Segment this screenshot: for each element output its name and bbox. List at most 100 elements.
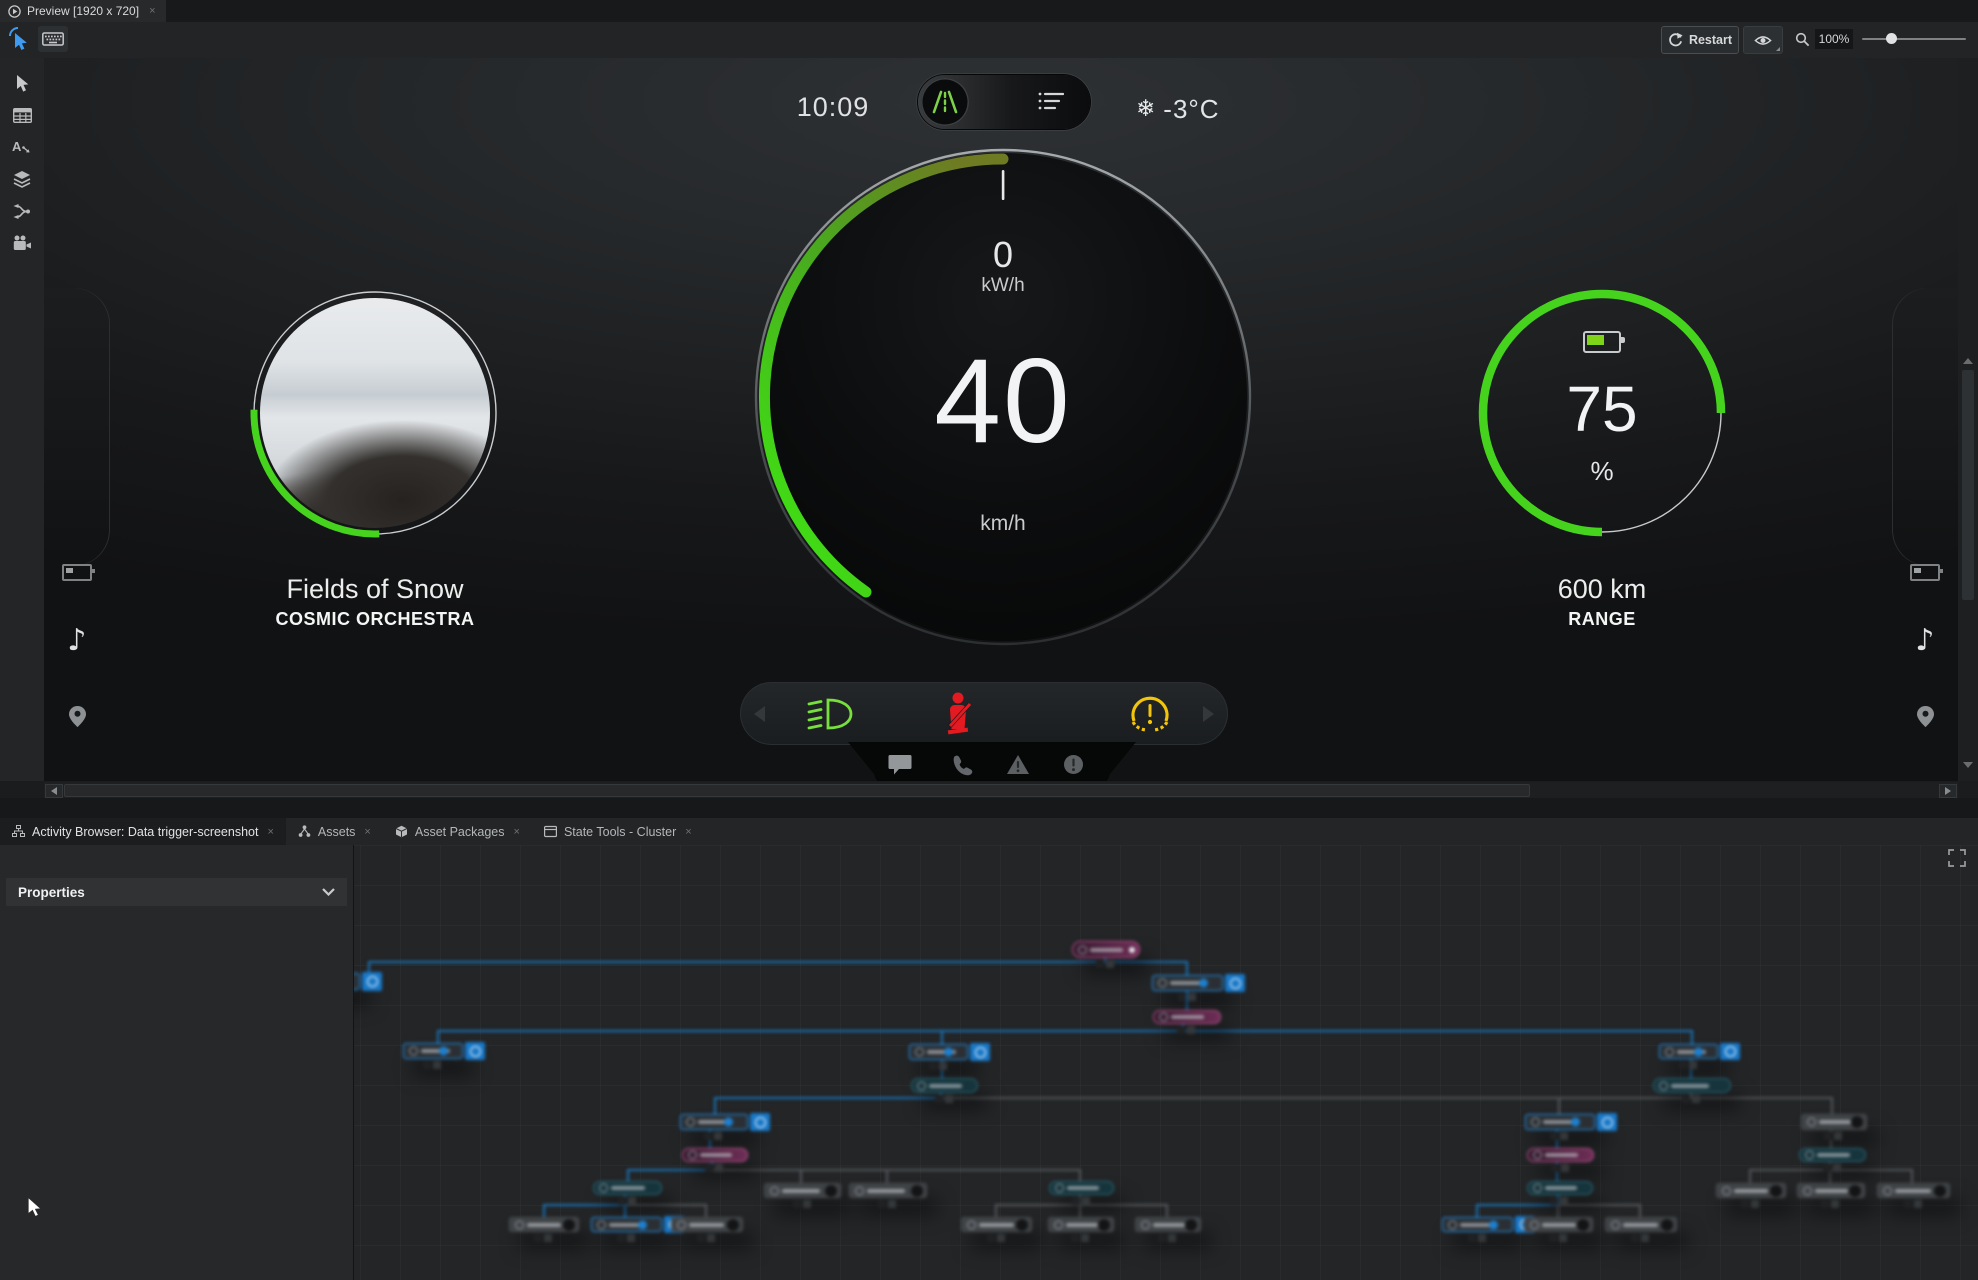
graph-node[interactable] — [1877, 1183, 1950, 1198]
horizontal-scrollbar-thumb[interactable] — [64, 784, 1530, 797]
tab-label: State Tools - Cluster — [563, 824, 677, 839]
close-icon[interactable]: × — [514, 826, 520, 838]
graph-node[interactable] — [593, 1181, 662, 1195]
preview-window-tab[interactable]: Preview [1920 x 720] × — [0, 0, 166, 22]
music-tab-icon[interactable]: ♪ — [1892, 626, 1958, 656]
graph-node[interactable] — [1605, 1217, 1677, 1232]
graph-node[interactable] — [682, 1148, 748, 1162]
message-icon[interactable] — [888, 754, 912, 776]
scroll-left-arrow[interactable] — [45, 784, 63, 798]
layers-tool-button[interactable] — [8, 166, 36, 192]
node-icon — [915, 1047, 924, 1057]
range-label: RANGE — [1568, 609, 1636, 629]
node-icon — [1665, 1047, 1674, 1056]
node-port-connector — [697, 1234, 715, 1242]
graph-node[interactable] — [1524, 1217, 1593, 1232]
graph-node[interactable] — [849, 1183, 927, 1198]
graph-node[interactable] — [1152, 974, 1245, 992]
application-window: Preview [1920 x 720] × Restart 100% A 10… — [0, 0, 1978, 1280]
graph-node[interactable] — [1801, 1114, 1867, 1130]
tab-state-tools[interactable]: State Tools - Cluster × — [532, 818, 704, 845]
chevron-left-icon[interactable] — [754, 706, 765, 722]
vertical-scrollbar[interactable] — [1958, 58, 1978, 781]
text-tool-button[interactable]: A — [8, 134, 36, 160]
graph-node[interactable] — [764, 1183, 841, 1198]
camera-tool-button[interactable] — [8, 230, 36, 256]
tab-assets[interactable]: Assets × — [286, 818, 383, 845]
node-port-connector — [928, 1062, 947, 1070]
right-edge-widget-rail: ♪ — [1892, 288, 1958, 727]
graph-edge — [714, 1097, 943, 1099]
graph-node[interactable] — [1135, 1217, 1201, 1232]
zoom-slider-track[interactable] — [1862, 38, 1966, 40]
scroll-down-arrow[interactable] — [1963, 762, 1973, 768]
node-icon — [1159, 1012, 1168, 1022]
graph-node[interactable] — [1797, 1183, 1865, 1198]
table-tool-button[interactable] — [8, 102, 36, 128]
keyboard-tool-button[interactable] — [38, 26, 68, 52]
fit-view-icon[interactable] — [1948, 849, 1966, 867]
disabled-badge-icon — [825, 1184, 837, 1197]
graph-node[interactable] — [1525, 1113, 1617, 1131]
graph-node[interactable] — [1527, 1181, 1593, 1195]
zoom-slider-thumb[interactable] — [1886, 33, 1897, 44]
close-icon[interactable]: × — [149, 5, 155, 17]
graph-node[interactable] — [1072, 941, 1140, 958]
graph-node[interactable] — [680, 1113, 770, 1131]
tab-activity-browser[interactable]: Activity Browser: Data trigger-screensho… — [0, 818, 286, 845]
navigation-tab-icon[interactable] — [1892, 706, 1958, 727]
graph-node[interactable] — [1048, 1217, 1114, 1232]
drive-mode-toggle[interactable] — [918, 75, 1090, 129]
tab-label: Activity Browser: Data trigger-screensho… — [32, 824, 259, 839]
graph-node[interactable] — [403, 1042, 485, 1060]
tab-asset-packages[interactable]: Asset Packages × — [383, 818, 532, 845]
graph-node[interactable] — [1799, 1148, 1866, 1162]
graph-edge — [627, 1169, 712, 1171]
graph-node[interactable] — [1527, 1148, 1594, 1162]
graph-node[interactable] — [911, 1078, 978, 1093]
chevron-right-icon[interactable] — [1203, 706, 1214, 722]
vertical-scrollbar-thumb[interactable] — [1962, 370, 1974, 600]
graph-edge — [800, 1169, 802, 1184]
graph-node[interactable] — [909, 1043, 990, 1061]
close-icon[interactable]: × — [267, 826, 273, 838]
graph-node[interactable] — [671, 1217, 743, 1232]
graph-node[interactable] — [591, 1216, 684, 1233]
warning-triangle-icon[interactable] — [1006, 754, 1030, 775]
graph-node[interactable] — [1442, 1216, 1535, 1233]
graph-node[interactable] — [961, 1217, 1032, 1232]
select-tool-button[interactable] — [8, 70, 36, 96]
node-port-connector — [1631, 1234, 1649, 1242]
connection-tool-button[interactable] — [8, 198, 36, 224]
graph-edge — [714, 1097, 716, 1115]
graph-node[interactable] — [1659, 1043, 1740, 1060]
info-circle-icon[interactable] — [1063, 754, 1084, 775]
battery-tab-icon[interactable] — [44, 564, 110, 581]
visibility-button[interactable] — [1743, 26, 1783, 54]
node-label — [1623, 1222, 1658, 1227]
power-unit: kW/h — [981, 275, 1025, 296]
close-icon[interactable]: × — [685, 826, 691, 838]
window-icon — [543, 825, 557, 838]
node-port-connector — [616, 1234, 635, 1242]
close-icon[interactable]: × — [364, 826, 370, 838]
graph-node[interactable] — [1153, 1010, 1221, 1024]
music-tab-icon[interactable]: ♪ — [44, 626, 110, 656]
navigation-tab-icon[interactable] — [44, 706, 110, 727]
scroll-up-arrow[interactable] — [1963, 358, 1973, 364]
pointer-click-tool-button[interactable] — [6, 26, 32, 52]
properties-section-header[interactable]: Properties — [6, 878, 347, 906]
scroll-right-arrow[interactable] — [1939, 784, 1957, 798]
node-label — [1153, 1222, 1185, 1227]
phone-icon[interactable] — [950, 754, 973, 777]
graph-node[interactable] — [1653, 1078, 1731, 1093]
graph-node[interactable] — [509, 1217, 579, 1232]
graph-edge — [1558, 1204, 1640, 1206]
graph-node[interactable] — [1049, 1181, 1114, 1195]
zoom-level-field[interactable]: 100% — [1815, 29, 1853, 49]
horizontal-scrollbar[interactable] — [44, 782, 1958, 798]
graph-node[interactable] — [1716, 1183, 1786, 1198]
battery-tab-icon[interactable] — [1892, 564, 1958, 581]
restart-button[interactable]: Restart — [1661, 26, 1739, 54]
node-icon — [1158, 978, 1167, 988]
